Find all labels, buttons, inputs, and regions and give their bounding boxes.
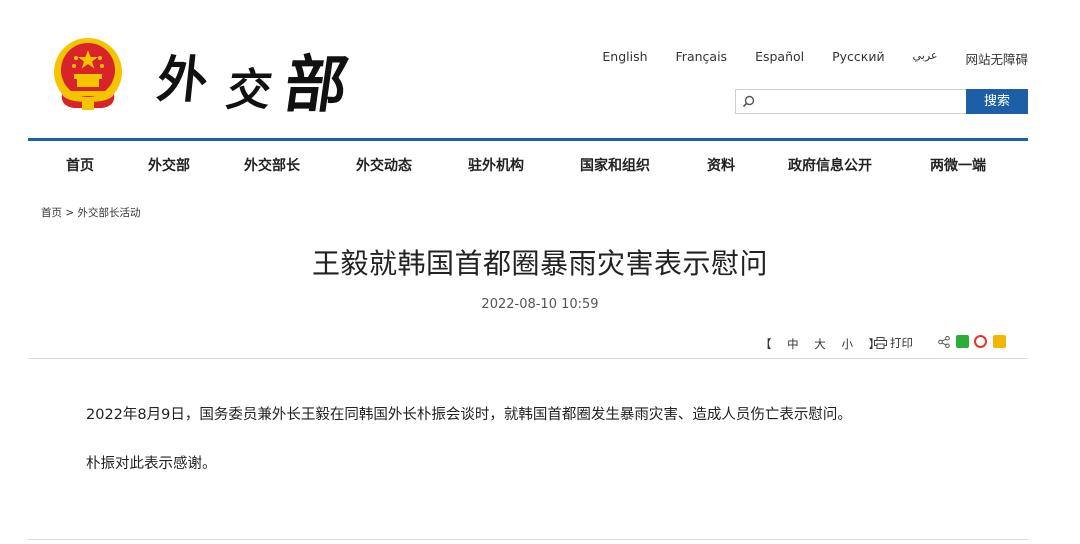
search-icon — [742, 95, 755, 108]
weibo-icon[interactable] — [974, 335, 988, 348]
nav-item-gov-info[interactable]: 政府信息公开 — [788, 155, 872, 175]
share-icon[interactable] — [938, 335, 950, 349]
print-label: 打印 — [890, 336, 913, 350]
print-button[interactable]: 打印 — [874, 335, 913, 351]
article-title: 王毅就韩国首都圈暴雨灾害表示慰问 — [311, 247, 768, 280]
logo-char-2: 交 — [222, 65, 276, 116]
share-bar — [938, 335, 1006, 349]
content-divider-top — [28, 358, 1028, 359]
national-emblem-icon — [52, 36, 124, 112]
nav-item-missions[interactable]: 驻外机构 — [468, 155, 524, 175]
logo-char-3: 部 — [280, 48, 353, 121]
qzone-icon[interactable] — [992, 335, 1006, 348]
search-button[interactable]: 搜索 — [966, 89, 1028, 114]
content-divider-bottom — [28, 539, 1028, 540]
nav-item-social[interactable]: 两微一端 — [930, 155, 986, 175]
language-bar: English Français Español Русский عربي 网站… — [574, 49, 1028, 68]
main-nav: 首页 外交部 外交部长 外交动态 驻外机构 国家和组织 资料 政府信息公开 两微… — [28, 141, 1028, 185]
article-paragraph: 2022年8月9日，国务委员兼外长王毅在同韩国外长朴振会谈时，就韩国首都圈发生暴… — [86, 407, 852, 423]
article-paragraph: 朴振对此表示感谢。 — [86, 456, 217, 473]
wechat-icon[interactable] — [955, 335, 969, 348]
accessibility-link[interactable]: 网站无障碍 — [965, 49, 1028, 68]
lang-spanish[interactable]: Español — [755, 49, 804, 68]
nav-item-countries[interactable]: 国家和组织 — [580, 155, 650, 175]
lang-arabic[interactable]: عربي — [913, 49, 938, 68]
site-logo[interactable]: 外 交 部 — [155, 34, 358, 130]
search-input[interactable] — [760, 92, 960, 111]
nav-item-home[interactable]: 首页 — [66, 155, 94, 175]
article-body: 2022年8月9日，国务委员兼外长王毅在同韩国外长朴振会谈时，就韩国首都圈发生暴… — [86, 405, 852, 504]
nav-item-resources[interactable]: 资料 — [707, 155, 735, 175]
nav-item-ministry[interactable]: 外交部 — [148, 155, 190, 175]
font-size-switcher[interactable]: 【 中 大 小 】 — [760, 336, 886, 352]
nav-item-minister[interactable]: 外交部长 — [244, 155, 300, 175]
logo-char-1: 外 — [154, 50, 211, 109]
nav-item-news[interactable]: 外交动态 — [356, 155, 412, 175]
breadcrumb-home[interactable]: 首页 — [41, 207, 62, 219]
print-icon — [874, 337, 887, 349]
article-date: 2022-08-10 10:59 — [481, 297, 599, 312]
lang-russian[interactable]: Русский — [832, 49, 884, 68]
lang-french[interactable]: Français — [676, 49, 728, 68]
breadcrumb-separator: > — [65, 207, 75, 219]
lang-english[interactable]: English — [602, 49, 647, 68]
breadcrumb: 首页 > 外交部长活动 — [41, 205, 141, 220]
search-box — [735, 89, 967, 114]
breadcrumb-current[interactable]: 外交部长活动 — [78, 207, 141, 219]
